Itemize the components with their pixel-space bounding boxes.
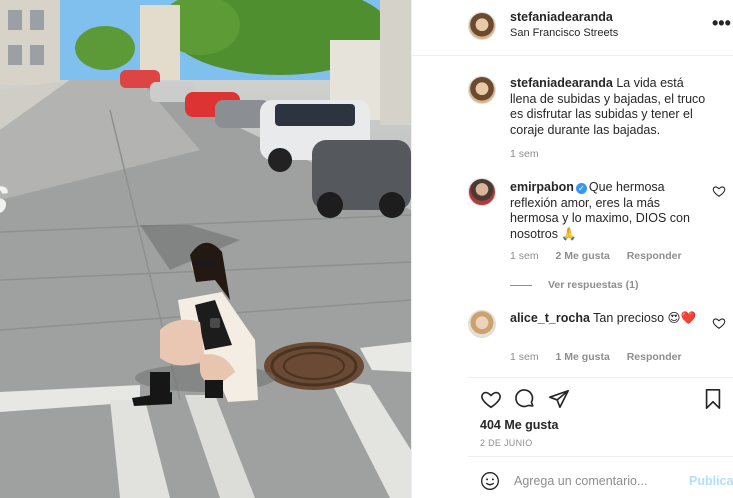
comment-input[interactable] bbox=[514, 469, 674, 493]
comment-item: alice_t_rocha Tan precioso 😍❤️ 1 sem 1 M… bbox=[468, 310, 728, 370]
commenter-avatar[interactable] bbox=[468, 178, 496, 206]
comment-icon[interactable] bbox=[514, 388, 536, 410]
comment-meta: 1 sem 2 Me gusta Responder bbox=[510, 250, 696, 262]
post-date[interactable]: 2 DE JUNIO bbox=[480, 438, 533, 448]
likes-count[interactable]: 404 Me gusta bbox=[480, 418, 559, 432]
share-icon[interactable] bbox=[548, 388, 570, 410]
post-details-panel: stefaniadearanda San Francisco Streets •… bbox=[411, 0, 733, 498]
view-replies-label[interactable]: Ver respuestas (1) bbox=[548, 279, 638, 291]
comment-likes[interactable]: 1 Me gusta bbox=[556, 351, 610, 363]
author-avatar[interactable] bbox=[468, 12, 496, 40]
reply-button[interactable]: Responder bbox=[627, 351, 682, 363]
comment-item: emirpabon ✓ Que hermosa reflexión amor, er… bbox=[468, 178, 728, 268]
comment-time[interactable]: 1 sem bbox=[510, 250, 539, 262]
author-username[interactable]: stefaniadearanda bbox=[510, 10, 613, 24]
commenter-avatar[interactable] bbox=[468, 310, 496, 338]
bookmark-icon[interactable] bbox=[702, 388, 724, 410]
like-comment-heart-icon[interactable] bbox=[712, 316, 726, 330]
more-options-icon[interactable]: ••• bbox=[712, 14, 731, 32]
heart-icon[interactable] bbox=[480, 388, 502, 410]
commenter-username[interactable]: alice_t_rocha bbox=[510, 311, 590, 325]
post-photo[interactable]: LS bbox=[0, 0, 411, 498]
comment-composer: Publicar bbox=[468, 456, 733, 498]
street-scene-image: LS bbox=[0, 0, 411, 498]
like-comment-heart-icon[interactable] bbox=[712, 184, 726, 198]
comment-text: alice_t_rocha Tan precioso 😍❤️ bbox=[510, 311, 708, 327]
comment-meta: 1 sem 1 Me gusta Responder bbox=[510, 351, 696, 363]
commenter-username[interactable]: emirpabon bbox=[510, 180, 574, 194]
caption-text: stefaniadearanda La vida está llena de s… bbox=[510, 76, 708, 138]
replies-divider bbox=[510, 284, 532, 286]
caption: stefaniadearanda La vida está llena de s… bbox=[468, 76, 728, 166]
comment-text: emirpabon ✓ Que hermosa reflexión amor, er… bbox=[510, 180, 708, 242]
caption-time[interactable]: 1 sem bbox=[510, 148, 539, 160]
post-location[interactable]: San Francisco Streets bbox=[510, 27, 618, 39]
post-header: stefaniadearanda San Francisco Streets •… bbox=[412, 0, 733, 56]
verified-badge-icon: ✓ bbox=[575, 183, 587, 194]
view-replies-button[interactable]: Ver respuestas (1) bbox=[510, 279, 638, 291]
reply-button[interactable]: Responder bbox=[627, 250, 682, 262]
caption-avatar[interactable] bbox=[468, 76, 496, 104]
comment-likes[interactable]: 2 Me gusta bbox=[556, 250, 610, 262]
comment-time[interactable]: 1 sem bbox=[510, 351, 539, 363]
caption-meta: 1 sem bbox=[510, 148, 553, 160]
comment-body: Tan precioso 😍❤️ bbox=[593, 311, 697, 325]
action-bar: 404 Me gusta 2 DE JUNIO bbox=[468, 377, 733, 448]
emoji-icon[interactable] bbox=[480, 471, 500, 491]
caption-username[interactable]: stefaniadearanda bbox=[510, 76, 613, 90]
instagram-post: LS stefaniadearanda San Francisco Street… bbox=[0, 0, 733, 498]
publish-button[interactable]: Publicar bbox=[689, 474, 733, 488]
